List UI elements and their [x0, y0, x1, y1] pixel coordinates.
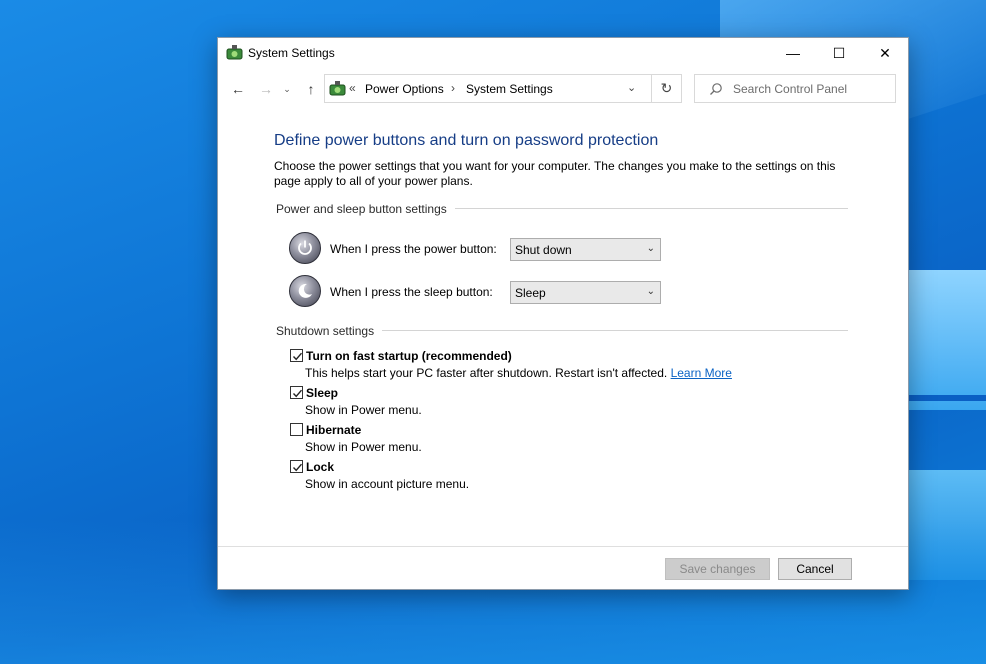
power-sleep-group-label: Power and sleep button settings — [276, 202, 455, 216]
checkmark-icon — [292, 463, 303, 472]
lock-checkbox[interactable] — [290, 460, 303, 473]
fast-startup-title[interactable]: Turn on fast startup (recommended) — [306, 349, 512, 363]
hibernate-checkbox[interactable] — [290, 423, 303, 436]
back-arrow-icon[interactable]: ← — [228, 79, 248, 99]
power-button-label: When I press the power button: — [330, 242, 497, 256]
dialog-footer: Save changes Cancel — [218, 546, 908, 589]
breadcrumb-power-options[interactable]: Power Options — [365, 82, 444, 96]
refresh-icon[interactable]: ↻ — [652, 74, 682, 103]
power-button-action-select[interactable]: Shut down ⌄ — [510, 238, 661, 261]
wallpaper-panel — [905, 270, 986, 410]
power-options-icon — [226, 45, 243, 60]
power-button-selected-value: Shut down — [515, 243, 572, 257]
title-bar[interactable]: System Settings — ☐ ✕ — [218, 38, 908, 69]
breadcrumb-separator-icon[interactable]: › — [451, 81, 455, 95]
minimize-button[interactable]: — — [770, 38, 816, 68]
search-input[interactable] — [733, 81, 891, 97]
page-description: Choose the power settings that you want … — [274, 159, 836, 188]
control-panel-icon — [329, 81, 346, 96]
breadcrumb-overflow-icon[interactable]: « — [349, 81, 356, 95]
address-dropdown-icon[interactable]: ⌄ — [627, 81, 636, 94]
breadcrumb-system-settings[interactable]: System Settings — [466, 82, 553, 96]
sleep-option-description: Show in Power menu. — [305, 403, 422, 417]
wallpaper-panel-divider — [905, 395, 986, 401]
power-button-icon — [289, 232, 321, 264]
chevron-down-icon: ⌄ — [646, 286, 655, 297]
sleep-button-action-select[interactable]: Sleep ⌄ — [510, 281, 661, 304]
sleep-button-icon — [289, 275, 321, 307]
address-bar[interactable]: « Power Options › System Settings ⌄ — [324, 74, 652, 103]
fast-startup-description: This helps start your PC faster after sh… — [305, 366, 732, 380]
system-settings-window: System Settings — ☐ ✕ ← → ⌄ ↑ « Power Op… — [217, 37, 909, 590]
sleep-checkbox[interactable] — [290, 386, 303, 399]
search-icon — [710, 83, 722, 95]
learn-more-link[interactable]: Learn More — [671, 366, 732, 380]
sleep-button-label: When I press the sleep button: — [330, 285, 493, 299]
recent-locations-chevron-icon[interactable]: ⌄ — [281, 79, 293, 99]
checkmark-icon — [292, 352, 303, 361]
close-button[interactable]: ✕ — [862, 38, 908, 68]
checkmark-icon — [292, 389, 303, 398]
hibernate-option-title[interactable]: Hibernate — [306, 423, 361, 437]
sleep-icon — [298, 283, 312, 298]
shutdown-group-label: Shutdown settings — [276, 324, 383, 338]
lock-option-description: Show in account picture menu. — [305, 477, 470, 491]
maximize-button[interactable]: ☐ — [816, 38, 862, 68]
power-icon — [298, 240, 312, 255]
sleep-button-selected-value: Sleep — [515, 286, 546, 300]
up-arrow-icon[interactable]: ↑ — [301, 79, 321, 99]
forward-arrow-icon[interactable]: → — [256, 79, 276, 99]
fast-startup-description-text: This helps start your PC faster after sh… — [305, 366, 668, 380]
page-title: Define power buttons and turn on passwor… — [274, 132, 659, 149]
hibernate-option-description: Show in Power menu. — [305, 440, 422, 454]
fast-startup-checkbox[interactable] — [290, 349, 303, 362]
cancel-button[interactable]: Cancel — [778, 558, 852, 580]
lock-option-title[interactable]: Lock — [306, 460, 334, 474]
sleep-option-title[interactable]: Sleep — [306, 386, 338, 400]
save-changes-button[interactable]: Save changes — [665, 558, 770, 580]
search-box[interactable] — [694, 74, 896, 103]
window-title: System Settings — [248, 46, 335, 60]
chevron-down-icon: ⌄ — [646, 243, 655, 254]
